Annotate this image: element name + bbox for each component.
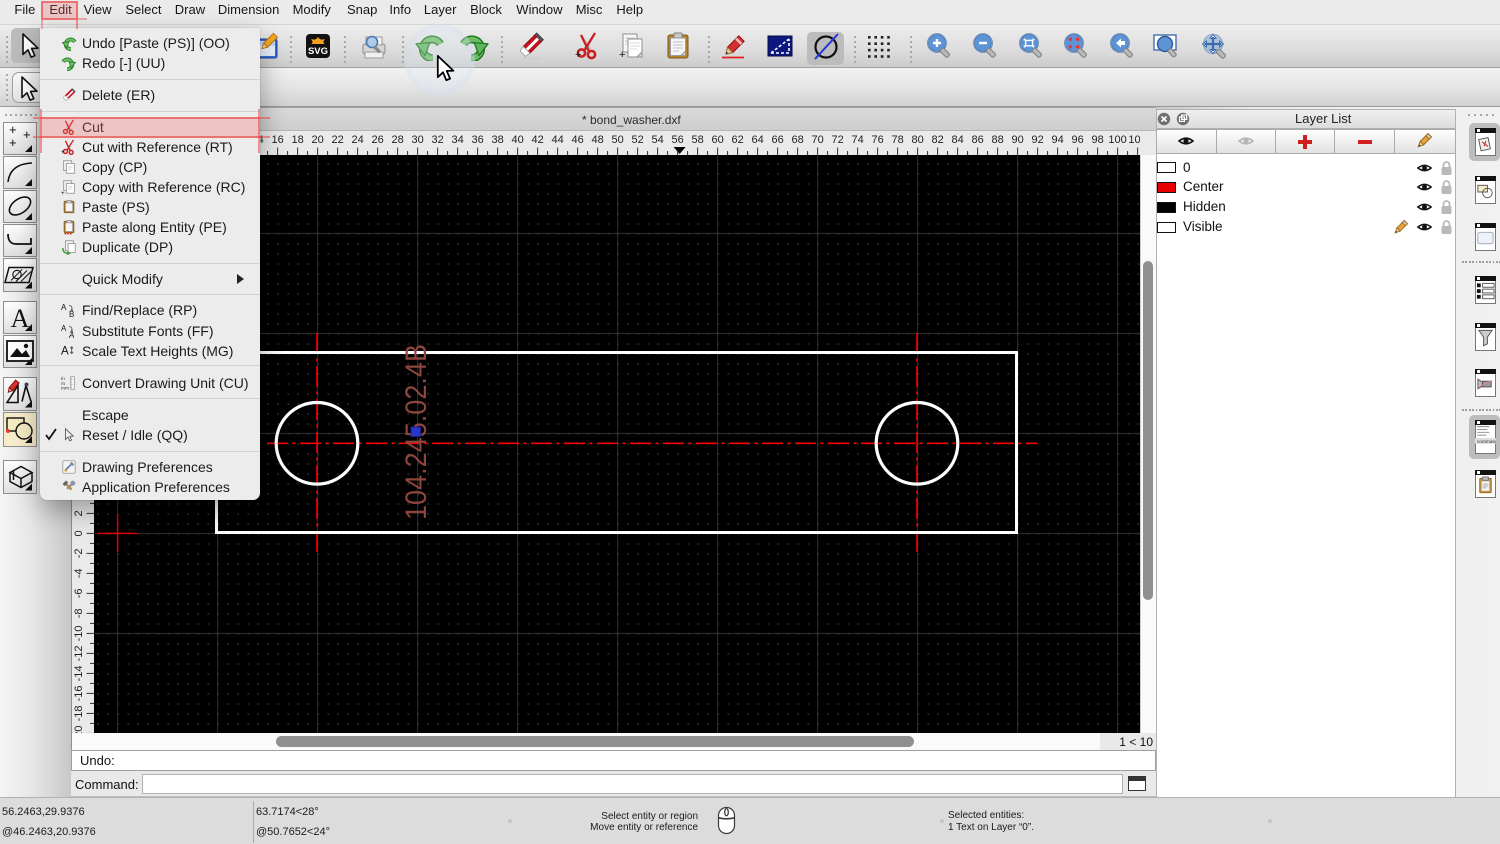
svg-text:A: A [61, 303, 67, 312]
svg-text:+: + [619, 49, 625, 61]
svg-text:+: + [9, 135, 17, 150]
svg-text:+: + [61, 190, 65, 195]
svg-text:+: + [61, 149, 65, 155]
svg-text:-14: -14 [73, 665, 85, 681]
svg-text:A: A [61, 345, 69, 357]
svg-text:-16: -16 [73, 685, 85, 701]
svg-text:-6: -6 [73, 589, 85, 599]
svg-text:A: A [11, 304, 30, 333]
svg-text:-4: -4 [73, 569, 85, 579]
svg-text:command: command [1477, 439, 1496, 445]
svg-text:-12: -12 [73, 645, 85, 661]
svg-text:0: 0 [73, 530, 85, 536]
svg-text:-2: -2 [73, 549, 85, 559]
svg-text:-20: -20 [73, 725, 85, 733]
svg-text:-8: -8 [73, 609, 85, 619]
svg-text:+: + [23, 127, 31, 142]
svg-text:2: 2 [73, 510, 85, 516]
svg-text:-10: -10 [73, 625, 85, 641]
svg-text:+: + [575, 49, 581, 61]
svg-text:mm: mm [61, 387, 69, 391]
svg-text:-18: -18 [73, 705, 85, 721]
svg-text:SVG: SVG [307, 46, 327, 57]
svg-text:A: A [61, 324, 67, 333]
